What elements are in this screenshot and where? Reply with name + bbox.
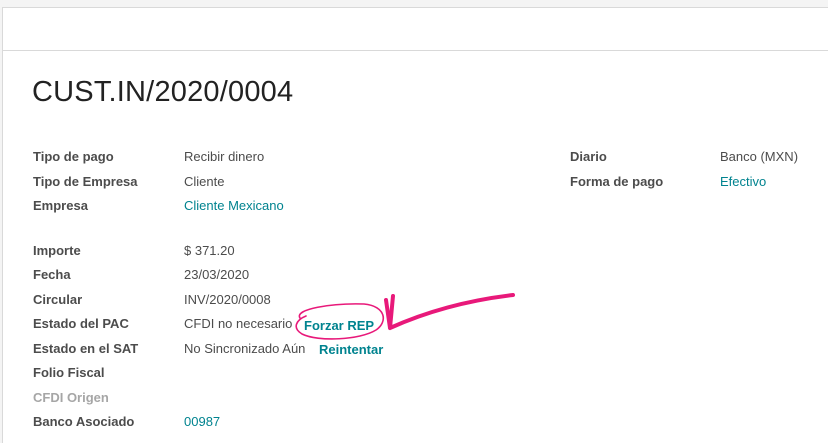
label-folio-fiscal: Folio Fiscal [33,365,105,380]
label-estado-pac: Estado del PAC [33,316,129,331]
sheet-header [3,8,828,51]
label-empresa: Empresa [33,198,88,213]
value-banco-asociado-link[interactable]: 00987 [184,414,220,430]
label-importe: Importe [33,243,81,258]
record-title: CUST.IN/2020/0004 [32,76,294,108]
value-tipo-pago[interactable]: Recibir dinero [184,149,264,165]
value-diario[interactable]: Banco (MXN) [720,149,798,165]
value-forma-pago-link[interactable]: Efectivo [720,174,766,190]
value-estado-sat: No Sincronizado Aún [184,341,306,356]
reintentar-button[interactable]: Reintentar [319,342,383,358]
value-fecha: 23/03/2020 [184,267,250,282]
label-forma-pago: Forma de pago [570,174,664,189]
label-fecha: Fecha [33,267,71,282]
value-tipo-empresa[interactable]: Cliente [184,174,224,190]
form-sheet [2,7,828,443]
label-circular: Circular [33,292,83,307]
forzar-rep-button[interactable]: Forzar REP [304,318,374,334]
label-tipo-pago: Tipo de pago [33,149,114,164]
label-banco-asociado: Banco Asociado [33,414,135,429]
value-estado-pac: CFDI no necesario [184,316,293,331]
value-importe: $ 371.20 [184,243,235,258]
label-estado-sat: Estado en el SAT [33,341,139,356]
label-diario: Diario [570,149,607,164]
label-cfdi-origen: CFDI Origen [33,390,109,405]
value-circular: INV/2020/0008 [184,292,271,307]
value-empresa-link[interactable]: Cliente Mexicano [184,198,284,214]
label-tipo-empresa: Tipo de Empresa [33,174,138,189]
